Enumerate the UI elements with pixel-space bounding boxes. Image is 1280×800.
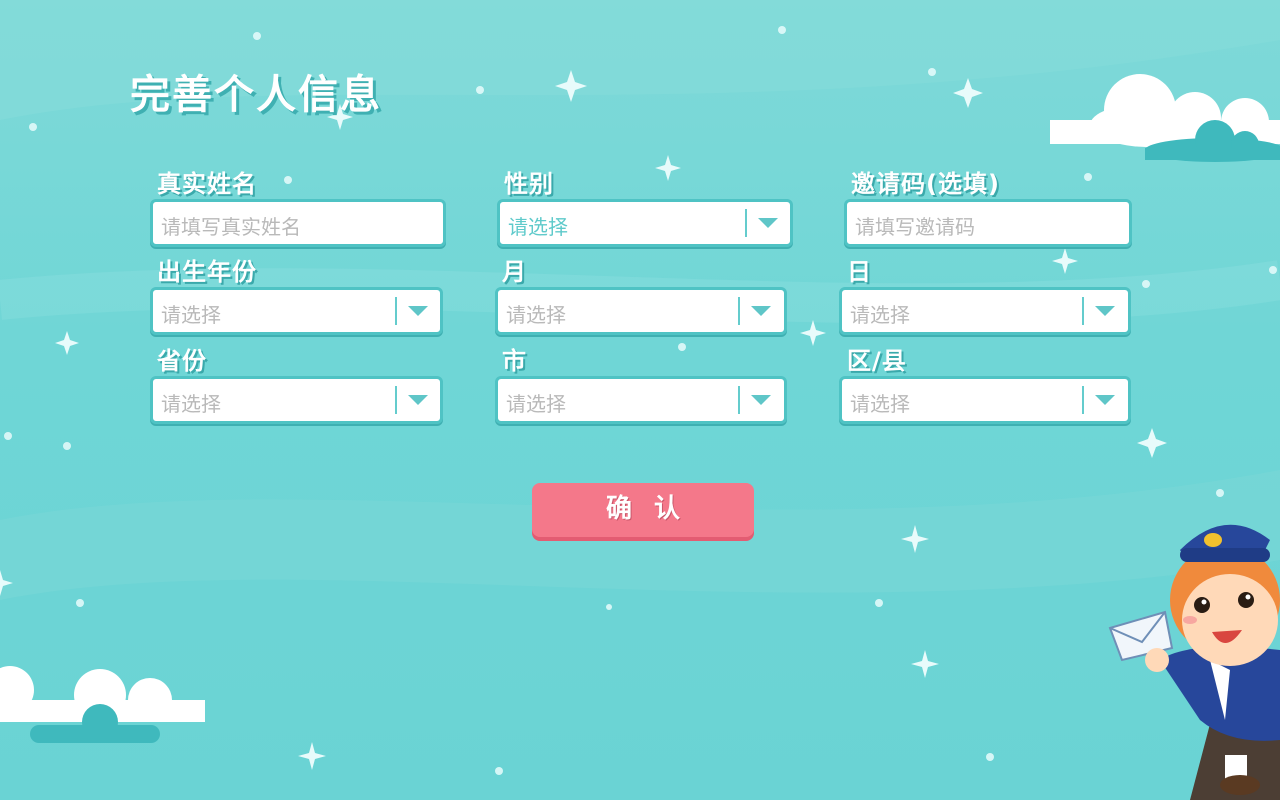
month-label: 月 <box>502 258 527 286</box>
real-name-label: 真实姓名 <box>157 170 257 198</box>
chevron-down-icon <box>758 218 778 228</box>
birth-year-select[interactable]: 请选择 <box>150 287 443 335</box>
province-value: 请选择 <box>161 392 221 416</box>
chevron-down-icon <box>1095 306 1115 316</box>
invite-code-placeholder: 请填写邀请码 <box>855 215 975 239</box>
birth-year-label: 出生年份 <box>157 258 257 286</box>
month-value: 请选择 <box>506 303 566 327</box>
confirm-button[interactable]: 确认 <box>532 483 754 537</box>
day-label: 日 <box>847 258 872 286</box>
month-select[interactable]: 请选择 <box>495 287 787 335</box>
gender-value: 请选择 <box>508 215 568 239</box>
cloud-icon <box>0 666 205 743</box>
birth-year-value: 请选择 <box>161 303 221 327</box>
gender-select[interactable]: 请选择 <box>497 199 793 247</box>
real-name-placeholder: 请填写真实姓名 <box>161 215 301 239</box>
real-name-input[interactable]: 请填写真实姓名 <box>150 199 446 247</box>
city-value: 请选择 <box>506 392 566 416</box>
chevron-down-icon <box>1095 395 1115 405</box>
gender-label: 性别 <box>504 170 554 198</box>
city-label: 市 <box>502 347 527 375</box>
province-select[interactable]: 请选择 <box>150 376 443 424</box>
city-select[interactable]: 请选择 <box>495 376 787 424</box>
day-value: 请选择 <box>850 303 910 327</box>
chevron-down-icon <box>751 395 771 405</box>
chevron-down-icon <box>408 395 428 405</box>
cloud-icon <box>1050 74 1280 162</box>
district-label: 区/县 <box>847 347 907 375</box>
invite-code-input[interactable]: 请填写邀请码 <box>844 199 1132 247</box>
district-value: 请选择 <box>850 392 910 416</box>
chevron-down-icon <box>751 306 771 316</box>
page-title: 完善个人信息 <box>130 72 382 118</box>
province-label: 省份 <box>157 347 207 375</box>
chevron-down-icon <box>408 306 428 316</box>
day-select[interactable]: 请选择 <box>839 287 1131 335</box>
district-select[interactable]: 请选择 <box>839 376 1131 424</box>
mascot-mailman <box>1108 524 1280 800</box>
invite-code-label: 邀请码(选填) <box>851 170 1000 198</box>
